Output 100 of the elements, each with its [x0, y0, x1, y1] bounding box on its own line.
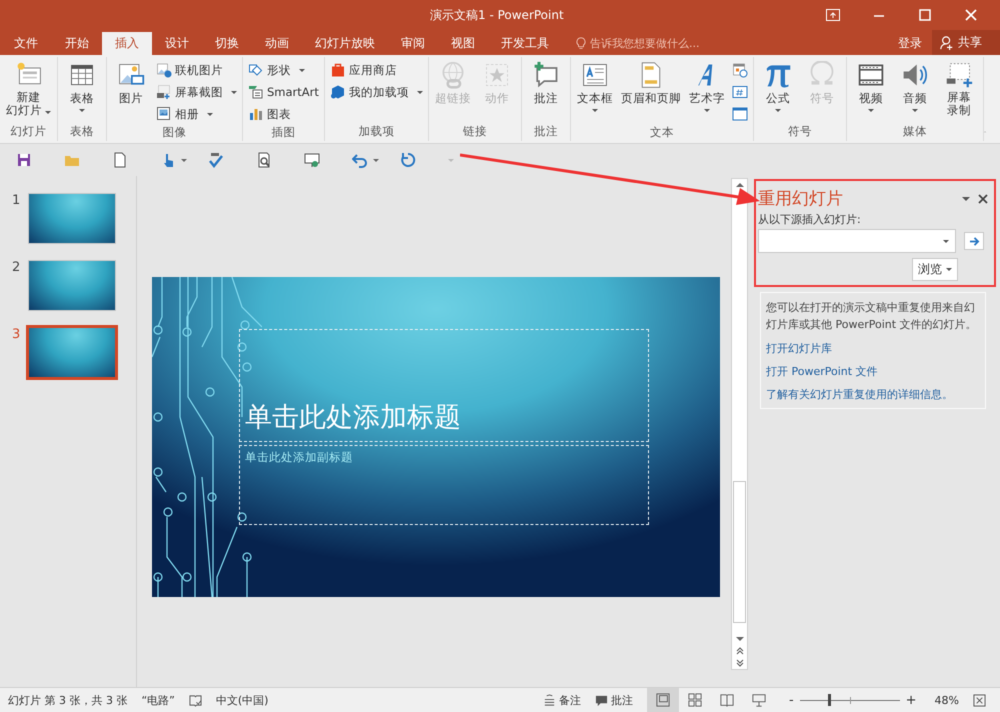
ribbon-button[interactable]: 应用商店: [328, 60, 425, 80]
caret-icon: [774, 109, 781, 112]
redo-icon[interactable]: [400, 152, 416, 168]
ribbon-button[interactable]: 文本框: [574, 59, 616, 124]
caret-icon[interactable]: [373, 158, 379, 162]
zoom-percent[interactable]: 48%: [934, 694, 959, 706]
fit-to-window-icon[interactable]: [973, 694, 986, 706]
caret-icon: [868, 109, 874, 112]
ribbon-tab[interactable]: 文件: [0, 32, 52, 55]
slide-thumbnail[interactable]: [28, 260, 116, 311]
ribbon-button[interactable]: 视频: [850, 59, 892, 123]
caret-icon: [592, 109, 598, 112]
new-page-icon[interactable]: [112, 152, 128, 168]
ribbon-button[interactable]: 公式: [756, 59, 799, 123]
comment-icon: [594, 694, 608, 706]
group-label: 媒体: [902, 123, 928, 140]
window-title: 演示文稿1 - PowerPoint: [430, 6, 565, 24]
album-icon: [156, 106, 172, 122]
presentation-icon: [752, 693, 766, 707]
undo-icon[interactable]: [352, 152, 368, 168]
zoom-out-button[interactable]: -: [788, 692, 794, 708]
person-icon: [940, 36, 954, 50]
calendar-icon: [732, 62, 748, 78]
arrow-right-icon: [968, 236, 980, 246]
slide-thumbnail[interactable]: [28, 193, 116, 244]
ribbon-button[interactable]: 联机图片: [154, 60, 239, 80]
button-label: 录制: [946, 104, 971, 117]
caret-icon: [79, 109, 85, 112]
ribbon-button[interactable]: 相册: [154, 104, 239, 124]
save-icon[interactable]: [16, 152, 32, 168]
go-button[interactable]: [964, 232, 984, 250]
slide-number-icon: [732, 84, 748, 100]
ribbon-button[interactable]: 音频: [894, 59, 936, 123]
book-icon: [720, 693, 734, 707]
comments-button[interactable]: 批注: [594, 692, 633, 708]
ribbon-tab[interactable]: 幻灯片放映: [302, 32, 388, 55]
scroll-thumb[interactable]: [733, 481, 746, 623]
ribbon-button[interactable]: 页眉和页脚: [618, 59, 684, 124]
ribbon-button[interactable]: SmartArt: [246, 82, 321, 102]
next-slide-icon[interactable]: [736, 659, 744, 667]
ribbon-button[interactable]: 批注: [524, 59, 567, 123]
ribbon-button[interactable]: 表格: [61, 59, 103, 123]
zoom-slider[interactable]: [800, 694, 900, 706]
group-label: 批注: [532, 123, 559, 140]
vertical-scrollbar[interactable]: [731, 178, 748, 670]
ribbon-button[interactable]: 图片: [110, 59, 152, 124]
ribbon-tab[interactable]: 切换: [202, 32, 252, 55]
ribbon-button[interactable]: 屏幕 录制: [938, 59, 980, 123]
diagram-icon: [248, 84, 264, 100]
group-label: 幻灯片: [10, 123, 48, 140]
ribbon-button[interactable]: 图表: [246, 104, 321, 124]
source-field[interactable]: [758, 229, 956, 253]
language-label[interactable]: 中文(中国): [216, 692, 268, 708]
zoom-in-button[interactable]: +: [906, 692, 917, 708]
button-label: 新建: [16, 91, 40, 104]
ribbon-tab[interactable]: 开始: [52, 32, 102, 55]
notes-button[interactable]: 备注: [542, 692, 581, 708]
ribbon-button[interactable]: 艺术字: [686, 59, 728, 124]
group-label: 链接: [462, 123, 488, 140]
ribbon-tab[interactable]: 设计: [152, 32, 202, 55]
ribbon-tab[interactable]: 插入: [102, 32, 152, 55]
ribbon-button[interactable]: 形状: [246, 60, 321, 80]
group-label: 图像: [162, 124, 188, 141]
ribbon-tab[interactable]: 开发工具: [488, 32, 562, 55]
comment-icon: [532, 61, 560, 89]
notes-icon: [542, 694, 556, 706]
pane-link[interactable]: 打开幻灯片库: [766, 341, 980, 356]
browse-button[interactable]: 浏览: [912, 258, 958, 281]
group-label: 插图: [270, 124, 296, 141]
slide-thumbnail[interactable]: [26, 325, 118, 380]
pane-link[interactable]: 了解有关幻灯片重复使用的详细信息。: [766, 387, 980, 402]
sign-in-link[interactable]: 登录: [888, 32, 932, 55]
screenshot-icon: [156, 84, 172, 100]
ribbon-display-icon[interactable]: [826, 9, 840, 21]
ribbon-tab[interactable]: 审阅: [388, 32, 438, 55]
slide-number: 1: [12, 193, 22, 210]
print-preview-icon[interactable]: [256, 152, 272, 168]
caret-icon[interactable]: [962, 196, 970, 200]
ribbon-tab[interactable]: 视图: [438, 32, 488, 55]
share-button[interactable]: 共享: [932, 30, 1000, 55]
maximize-icon[interactable]: [918, 9, 932, 21]
proofing-icon[interactable]: [188, 694, 202, 706]
close-icon[interactable]: [978, 194, 988, 204]
button-label: 幻灯片: [6, 104, 51, 117]
ribbon-tab[interactable]: 动画: [252, 32, 302, 55]
caret-icon: [912, 109, 918, 112]
pane-link[interactable]: 打开 PowerPoint 文件: [766, 364, 980, 379]
button-label: 屏幕: [946, 91, 971, 104]
zoom-slider-thumb[interactable]: [828, 694, 831, 706]
ribbon-button[interactable]: 我的加载项: [328, 82, 425, 102]
scroll-down-icon[interactable]: [736, 637, 744, 641]
window-icon: [732, 106, 748, 122]
view-button[interactable]: [646, 688, 679, 712]
ribbon-button[interactable]: 屏幕截图: [154, 82, 239, 102]
slideshow-icon[interactable]: [304, 152, 320, 168]
caret-icon[interactable]: [181, 158, 187, 162]
spelling-icon[interactable]: [208, 152, 224, 168]
ribbon-button[interactable]: 新建 幻灯片: [3, 59, 54, 123]
previous-slide-icon[interactable]: [736, 647, 744, 655]
subtitle-placeholder[interactable]: 单击此处添加副标题: [239, 444, 649, 524]
